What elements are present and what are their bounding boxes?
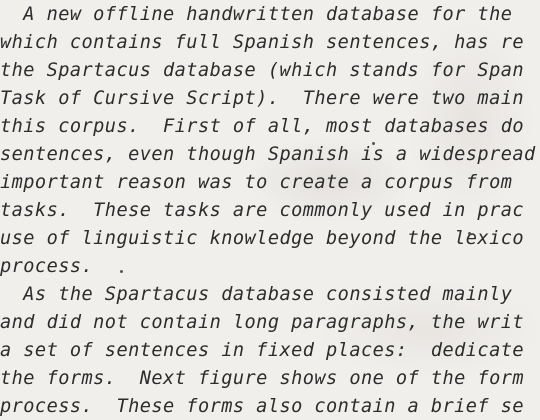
text-line-13: a set of sentences in fixed places: dedi… (0, 340, 524, 361)
scan-speck (468, 232, 471, 235)
text-line-14: the forms. Next figure shows one of the … (0, 368, 524, 389)
text-line-11: As the Spartacus database consisted main… (0, 284, 513, 305)
text-line-2: which contains full Spanish sentences, h… (0, 32, 524, 53)
text-line-5: this corpus. First of all, most database… (0, 116, 524, 137)
text-line-7: important reason was to create a corpus … (0, 172, 513, 193)
text-line-3: the Spartacus database (which stands for… (0, 60, 524, 81)
text-line-8: tasks. These tasks are commonly used in … (0, 200, 524, 221)
scan-speck (372, 142, 375, 145)
text-line-12: and did not contain long paragraphs, the… (0, 312, 524, 333)
text-line-4: Task of Cursive Script). There were two … (0, 88, 524, 109)
text-line-9: use of linguistic knowledge beyond the l… (0, 228, 524, 249)
scanned-page: A new offline handwritten database for t… (0, 0, 540, 420)
text-line-10: process. (0, 256, 94, 277)
text-line-15: process. These forms also contain a brie… (0, 396, 524, 417)
scan-speck (120, 270, 123, 273)
text-line-1: A new offline handwritten database for t… (0, 4, 513, 25)
text-line-6: sentences, even though Spanish is a wide… (0, 144, 536, 165)
